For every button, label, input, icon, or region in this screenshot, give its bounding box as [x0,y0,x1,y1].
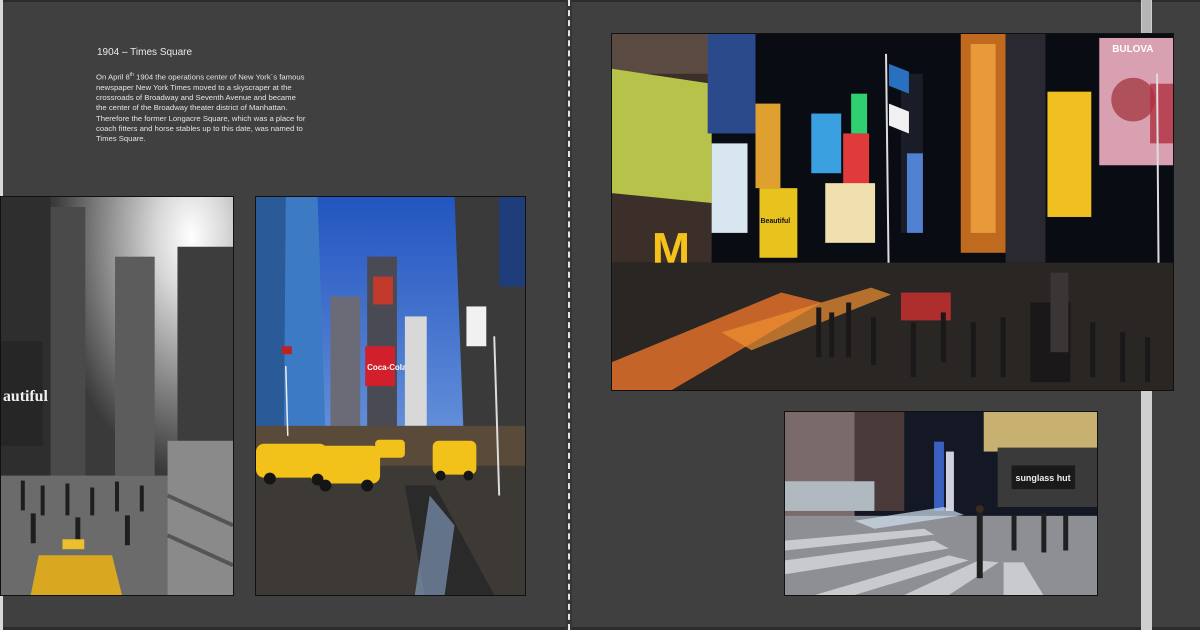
beautiful-sign-text: Beautiful [760,218,790,225]
caption-title[interactable]: 1904 – Times Square [97,47,317,58]
bw-sign-text: autiful [3,388,48,405]
photo-crosswalk[interactable]: sunglass hut [784,411,1098,596]
fold-guide-line [568,0,570,630]
caption-line1-pre: On April 8 [96,72,130,82]
bulova-sign-text: BULOVA [1112,44,1153,55]
sunglass-hut-sign: sunglass hut [1016,473,1071,483]
photo-book-spread: 1904 – Times Square On April 8th 1904 th… [0,0,1200,630]
caption-text-box[interactable]: On April 8th 1904 the operations center … [96,70,308,145]
photo-taxi-street[interactable]: Coca-Cola [255,196,526,596]
photo-night-square[interactable]: Beautiful M BULOVA [611,33,1174,391]
photo-bw-street[interactable]: autiful [0,196,234,596]
page-top-edge [0,0,1200,2]
coke-sign-text: Coca-Cola [367,363,407,372]
caption-line1-post: 1904 the operations center of New York´s [133,72,278,82]
caption-body-rest: famous newspaper New York Times moved to… [96,72,306,144]
